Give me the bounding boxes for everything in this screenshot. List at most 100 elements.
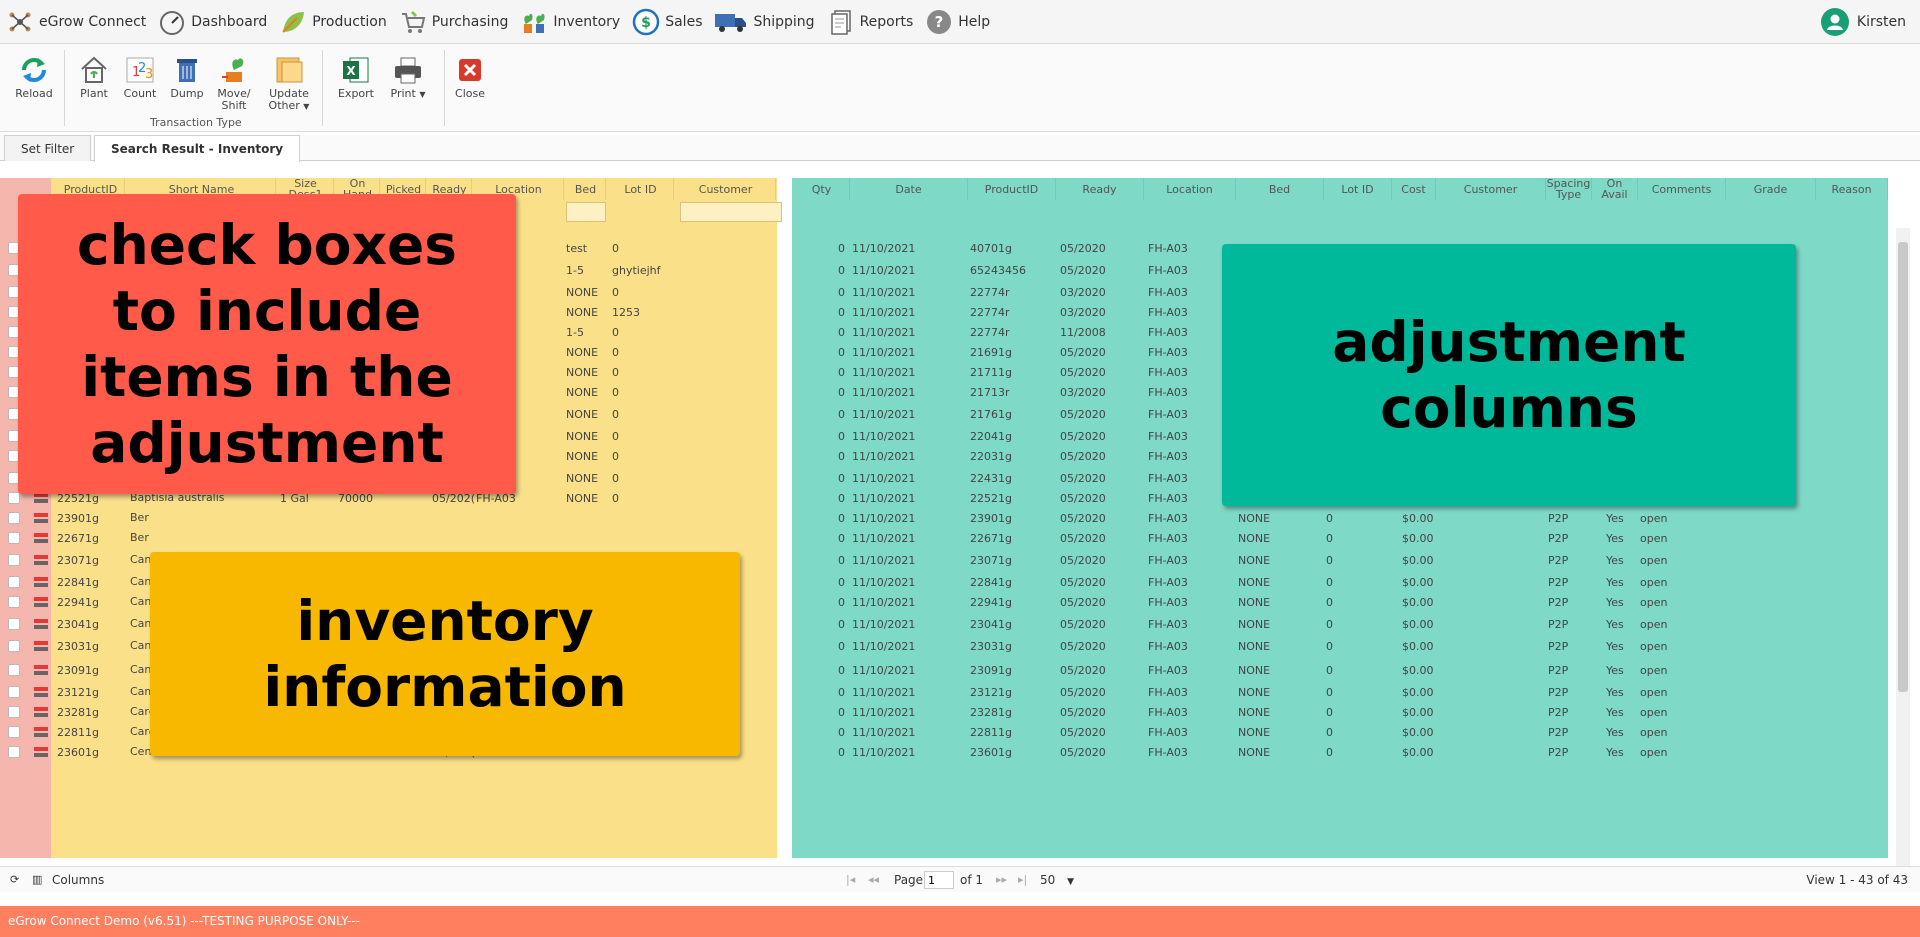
print-button[interactable]: Print ▼ [384, 54, 432, 101]
svg-text:X: X [346, 64, 356, 78]
column-header[interactable]: On Avail [1592, 178, 1638, 200]
adjust-arrows-icon[interactable] [34, 665, 48, 675]
nav-item-help[interactable]: ? Help [919, 0, 996, 44]
adjust-arrows-icon[interactable] [34, 493, 48, 503]
row-checkbox[interactable] [8, 746, 20, 758]
cell-qty: 0 [838, 512, 845, 525]
nav-item-production[interactable]: Production [273, 0, 392, 44]
column-header[interactable]: Lot ID [608, 178, 674, 200]
view-info: View 1 - 43 of 43 [1806, 873, 1908, 887]
column-header[interactable]: Reason [1816, 178, 1888, 200]
cell-product-id: 22811g [57, 726, 99, 739]
column-header[interactable]: Date [850, 178, 968, 200]
last-page-icon[interactable]: ▸| [1018, 873, 1027, 886]
row-checkbox[interactable] [8, 618, 20, 630]
prev-page-icon[interactable]: ◂◂ [868, 873, 879, 886]
column-header[interactable]: Comments [1638, 178, 1726, 200]
adjust-arrows-icon[interactable] [34, 687, 48, 697]
nav-item-sales[interactable]: $ Sales [626, 0, 708, 44]
cell-comments: open [1640, 726, 1668, 739]
cell-location: FH-A03 [1148, 346, 1188, 359]
adjust-arrows-icon[interactable] [34, 555, 48, 565]
cell-date: 11/10/2021 [852, 512, 916, 525]
column-header[interactable]: Customer [1436, 178, 1546, 200]
close-button[interactable]: Close [446, 54, 494, 100]
row-checkbox[interactable] [8, 640, 20, 652]
cell-lot: 0 [1326, 576, 1333, 589]
adjust-arrows-icon[interactable] [34, 513, 48, 523]
cell-ready: 05/2020 [1060, 576, 1106, 589]
cell-lot: 0 [612, 286, 619, 299]
row-checkbox[interactable] [8, 576, 20, 588]
adjust-arrows-icon[interactable] [34, 707, 48, 717]
move-shift-button[interactable]: Move/ Shift [210, 54, 258, 112]
cell-on-avail: Yes [1606, 726, 1624, 739]
cell-on-avail: Yes [1606, 576, 1624, 589]
reload-button[interactable]: Reload [10, 54, 58, 100]
export-button[interactable]: X Export [332, 54, 380, 100]
page-size-select[interactable]: 50 ▼ [1040, 873, 1074, 887]
column-header[interactable]: Qty [794, 178, 850, 200]
adjust-arrows-icon[interactable] [34, 747, 48, 757]
dump-button[interactable]: Dump [163, 54, 211, 100]
scroll-thumb[interactable] [1898, 242, 1908, 692]
cell-ready: 05/2020 [1060, 408, 1106, 421]
nav-item-dashboard[interactable]: Dashboard [152, 0, 273, 44]
nav-brand-label: eGrow Connect [39, 13, 147, 30]
column-header[interactable]: Location [1144, 178, 1236, 200]
row-checkbox[interactable] [8, 596, 20, 608]
user-menu[interactable]: Kirsten [1820, 0, 1906, 44]
column-header[interactable]: Ready [1056, 178, 1144, 200]
cell-location: FH-A03 [1148, 306, 1188, 319]
adjust-arrows-icon[interactable] [34, 597, 48, 607]
refresh-icon[interactable]: ⟳ [10, 873, 19, 886]
column-header[interactable]: Spacing Type [1546, 178, 1592, 200]
column-header[interactable]: Lot ID [1324, 178, 1392, 200]
row-checkbox[interactable] [8, 726, 20, 738]
adjust-arrows-icon[interactable] [34, 619, 48, 629]
column-header[interactable]: Bed [1236, 178, 1324, 200]
nav-item-reports[interactable]: Reports [821, 0, 920, 44]
page-input[interactable] [924, 871, 954, 889]
update-other-button[interactable]: Update Other ▼ [264, 54, 314, 113]
tab-set-filter[interactable]: Set Filter [4, 135, 92, 161]
cell-bed: 1-5 [566, 264, 584, 277]
nav-item-purchasing[interactable]: Purchasing [393, 0, 515, 44]
row-checkbox[interactable] [8, 554, 20, 566]
row-checkbox[interactable] [8, 512, 20, 524]
row-checkbox[interactable] [8, 686, 20, 698]
row-checkbox[interactable] [8, 532, 20, 544]
adjust-arrows-icon[interactable] [34, 641, 48, 651]
cell-comments: open [1640, 746, 1668, 759]
next-page-icon[interactable]: ▸▸ [996, 873, 1007, 886]
count-button[interactable]: 123 Count [116, 54, 164, 100]
first-page-icon[interactable]: |◂ [846, 873, 855, 886]
nav-item-label: Purchasing [431, 13, 509, 30]
columns-icon[interactable]: ▥ [32, 873, 42, 886]
column-header[interactable]: Bed [566, 178, 606, 200]
row-checkbox[interactable] [8, 664, 20, 676]
nav-item-shipping[interactable]: Shipping [708, 0, 820, 44]
row-checkbox[interactable] [8, 492, 20, 504]
column-header[interactable]: Cost [1392, 178, 1436, 200]
column-header[interactable]: Grade [1726, 178, 1816, 200]
vertical-scrollbar[interactable] [1896, 228, 1910, 868]
filter-customer[interactable] [680, 202, 782, 222]
cell-spacing: P2P [1548, 532, 1569, 545]
nav-brand[interactable]: eGrow Connect [0, 0, 152, 44]
adjust-arrows-icon[interactable] [34, 577, 48, 587]
adjust-arrows-icon[interactable] [34, 533, 48, 543]
cell-ready: 03/2020 [1060, 306, 1106, 319]
cell-cost: $0.00 [1402, 664, 1434, 677]
column-header[interactable]: Customer [676, 178, 776, 200]
column-header[interactable]: ProductID [968, 178, 1056, 200]
cell-bed: NONE [566, 306, 599, 319]
cell-location: FH-A03 [1148, 512, 1188, 525]
adjust-arrows-icon[interactable] [34, 727, 48, 737]
nav-item-inventory[interactable]: Inventory [514, 0, 626, 44]
row-checkbox[interactable] [8, 706, 20, 718]
filter-bed[interactable] [566, 202, 606, 222]
tab-search-result[interactable]: Search Result - Inventory [94, 135, 301, 162]
columns-button[interactable]: Columns [52, 873, 104, 887]
plant-button[interactable]: Plant [70, 54, 118, 100]
